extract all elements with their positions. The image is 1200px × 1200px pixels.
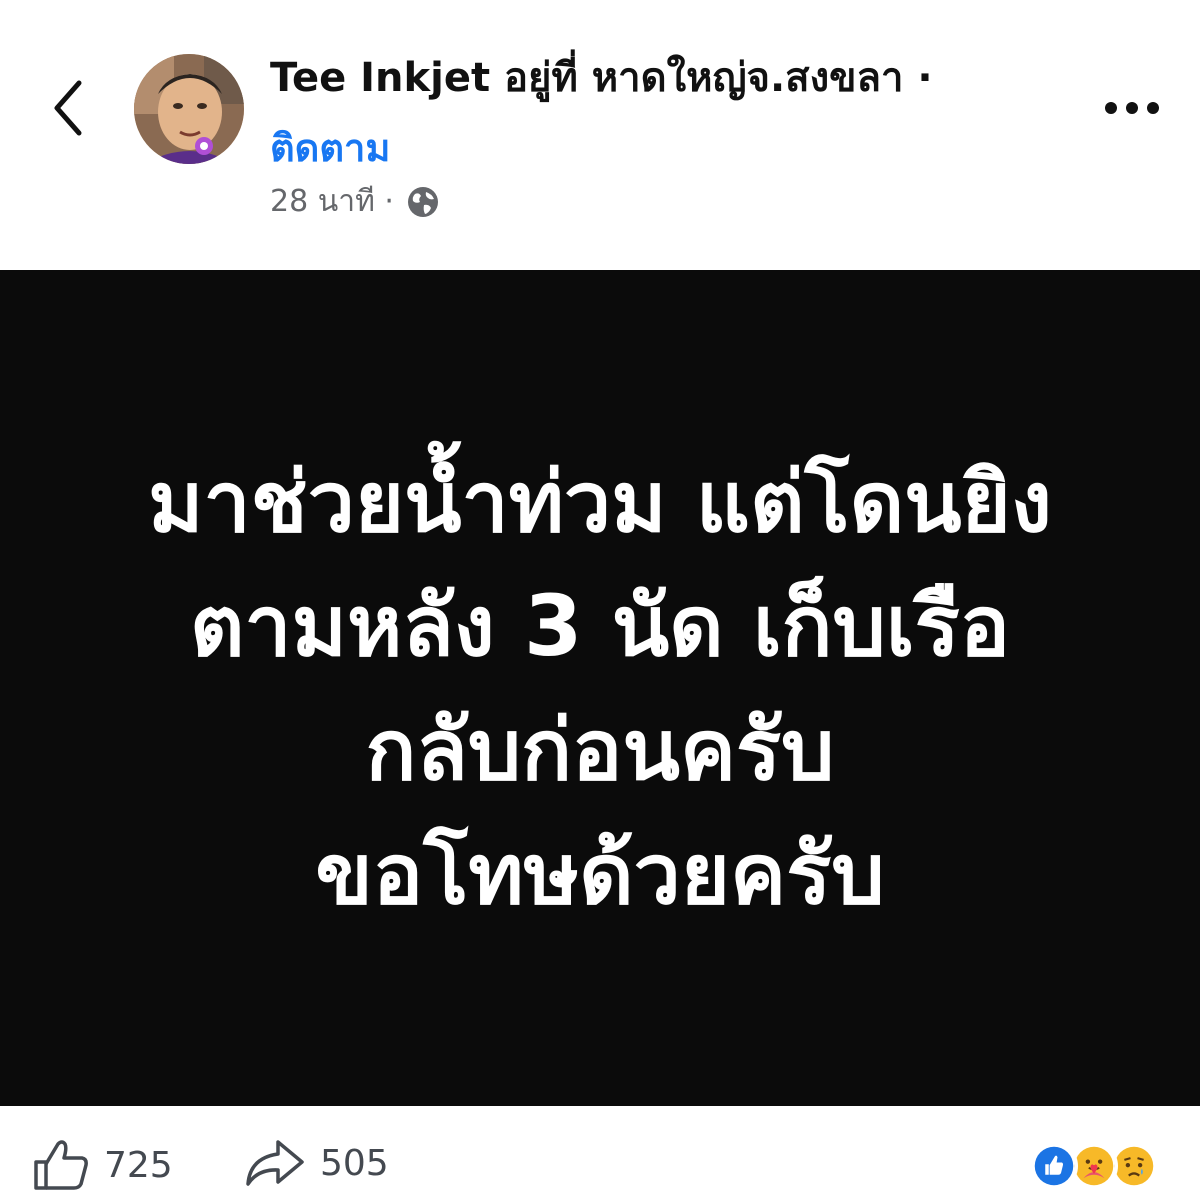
follow-button[interactable]: ติดตาม bbox=[270, 124, 390, 172]
post-meta: 28 นาที · bbox=[270, 180, 440, 224]
share-count: 505 bbox=[320, 1142, 389, 1184]
author-line: Tee Inkjet อยู่ที่ หาดใหญ่จ.สงขลา · bbox=[270, 52, 933, 104]
like-reaction-icon bbox=[1030, 1142, 1078, 1190]
share-arrow-icon bbox=[246, 1140, 304, 1186]
back-button[interactable] bbox=[40, 76, 96, 140]
author-name[interactable]: Tee Inkjet bbox=[270, 55, 490, 101]
chevron-left-icon bbox=[54, 80, 82, 136]
post-text-line-1: มาช่วยน้ำท่วม แต่โดนยิง bbox=[148, 453, 1052, 551]
avatar[interactable] bbox=[134, 54, 244, 164]
post-text-line-2: ตามหลัง 3 นัด เก็บเรือ bbox=[189, 577, 1011, 675]
post-text-line-4: ขอโทษด้วยครับ bbox=[315, 825, 885, 923]
more-options-button[interactable] bbox=[1100, 86, 1164, 130]
thumbs-up-icon bbox=[34, 1140, 88, 1190]
like-button[interactable]: 725 bbox=[32, 1138, 173, 1192]
more-dots-icon bbox=[1105, 102, 1159, 114]
post-screen: Tee Inkjet อยู่ที่ หาดใหญ่จ.สงขลา · ติดต… bbox=[0, 0, 1200, 1200]
post-image[interactable]: มาช่วยน้ำท่วม แต่โดนยิง ตามหลัง 3 นัด เก… bbox=[0, 270, 1200, 1106]
share-button[interactable]: 505 bbox=[244, 1138, 389, 1188]
like-count: 725 bbox=[104, 1144, 173, 1186]
globe-icon bbox=[407, 187, 438, 217]
reactions-summary[interactable] bbox=[1030, 1142, 1170, 1192]
avatar-image bbox=[134, 54, 244, 164]
location-text[interactable]: อยู่ที่ หาดใหญ่จ.สงขลา · bbox=[490, 55, 933, 101]
post-text-line-3: กลับก่อนครับ bbox=[365, 701, 835, 799]
timestamp[interactable]: 28 นาที · bbox=[270, 180, 394, 224]
